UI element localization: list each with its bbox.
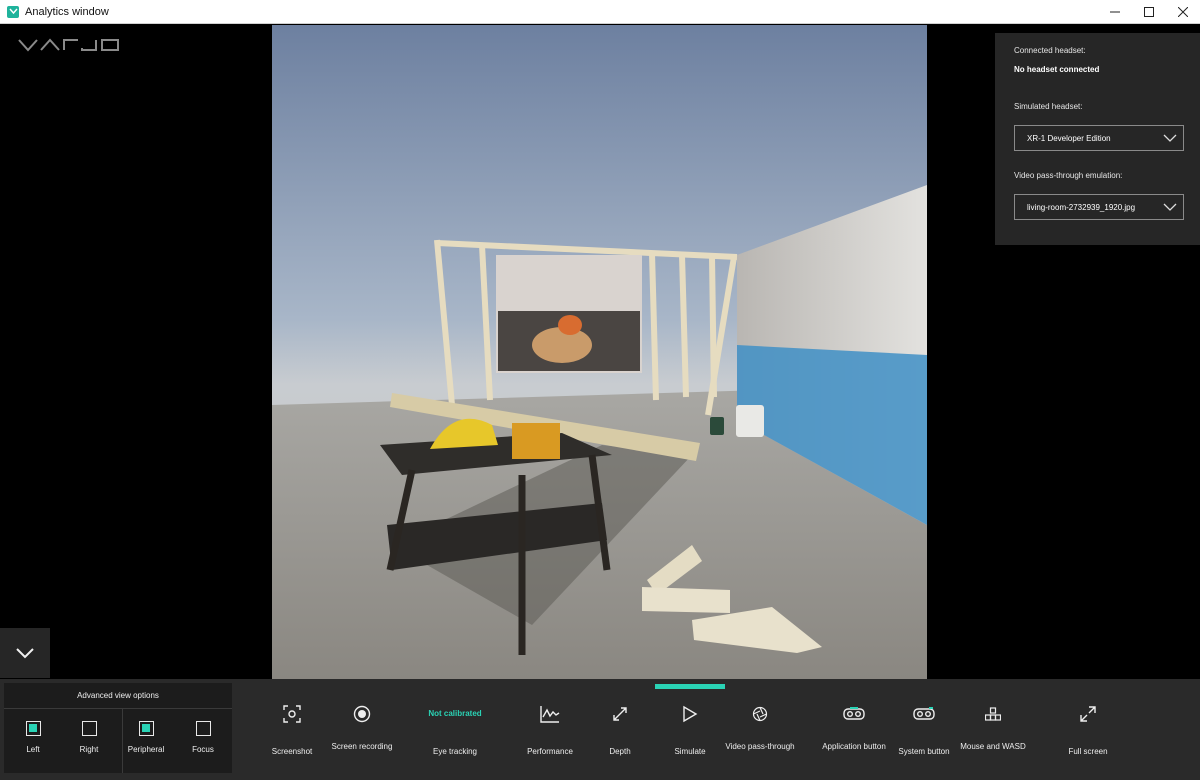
headset-app-icon	[843, 707, 865, 720]
expand-icon	[1080, 706, 1096, 722]
system-button[interactable]: System button	[884, 699, 964, 756]
video-passthrough-label: Video pass-through	[725, 742, 795, 751]
close-button[interactable]	[1166, 0, 1200, 24]
performance-button[interactable]: Performance	[510, 699, 590, 756]
minimize-icon	[1110, 11, 1120, 13]
advanced-view-options-title: Advanced view options	[4, 683, 232, 709]
chevron-down-icon	[1163, 134, 1177, 142]
passthrough-emulation-label: Video pass-through emulation:	[1014, 171, 1123, 180]
view-option-peripheral[interactable]: Peripheral	[118, 721, 174, 754]
left-checkbox[interactable]	[25, 721, 41, 736]
headset-settings-panel: Connected headset: No headset connected …	[995, 33, 1200, 245]
view-option-left[interactable]: Left	[5, 721, 61, 754]
title-bar: Analytics window	[0, 0, 1200, 24]
record-icon	[353, 705, 371, 723]
close-icon	[1178, 7, 1188, 17]
aperture-icon	[752, 706, 768, 722]
simulate-label: Simulate	[674, 747, 706, 756]
advanced-view-options: Advanced view options Left Right Periphe…	[4, 683, 232, 773]
performance-graph-icon	[540, 706, 560, 723]
connected-headset-label: Connected headset:	[1014, 46, 1086, 55]
keyboard-keys-icon	[985, 707, 1001, 721]
connected-headset-value: No headset connected	[1014, 65, 1100, 74]
play-icon	[683, 705, 698, 723]
scene-viewport[interactable]	[272, 25, 927, 679]
screen-recording-label: Screen recording	[331, 742, 393, 751]
full-screen-label: Full screen	[1068, 747, 1108, 756]
collapse-toolbar-button[interactable]	[0, 628, 50, 678]
simulate-active-indicator	[655, 684, 725, 689]
varjo-logo	[18, 38, 119, 52]
chevron-down-icon	[16, 648, 34, 659]
passthrough-emulation-select[interactable]: living-room-2732939_1920.jpg	[1014, 194, 1184, 220]
depth-label: Depth	[609, 747, 631, 756]
minimize-button[interactable]	[1098, 0, 1132, 24]
maximize-button[interactable]	[1132, 0, 1166, 24]
depth-button[interactable]: Depth	[580, 699, 660, 756]
full-screen-button[interactable]: Full screen	[1048, 699, 1128, 756]
peripheral-checkbox[interactable]	[138, 721, 154, 736]
headset-system-icon	[913, 707, 935, 720]
view-option-label: Left	[26, 745, 40, 754]
simulated-headset-value: XR-1 Developer Edition	[1027, 134, 1111, 143]
mouse-wasd-button[interactable]: Mouse and WASD	[953, 699, 1033, 751]
video-passthrough-button[interactable]: Video pass-through	[720, 699, 800, 751]
view-option-label: Focus	[192, 745, 214, 754]
simulate-button[interactable]: Simulate	[650, 699, 730, 756]
view-option-focus[interactable]: Focus	[175, 721, 231, 754]
chevron-down-icon	[1163, 203, 1177, 211]
performance-label: Performance	[527, 747, 573, 756]
passthrough-emulation-value: living-room-2732939_1920.jpg	[1027, 203, 1136, 212]
view-option-label: Right	[79, 745, 99, 754]
depth-icon	[613, 707, 627, 721]
simulated-headset-label: Simulated headset:	[1014, 102, 1083, 111]
view-option-right[interactable]: Right	[61, 721, 117, 754]
system-button-label: System button	[898, 747, 950, 756]
app-icon	[7, 5, 19, 18]
right-checkbox[interactable]	[81, 721, 97, 736]
application-button-label: Application button	[822, 742, 886, 751]
window-title: Analytics window	[25, 5, 109, 18]
screenshot-label: Screenshot	[271, 747, 313, 756]
eye-tracking-label: Eye tracking	[432, 747, 478, 756]
screenshot-button[interactable]: Screenshot	[252, 699, 332, 756]
view-option-label: Peripheral	[127, 745, 165, 754]
application-button[interactable]: Application button	[814, 699, 894, 751]
screenshot-icon	[283, 705, 301, 723]
eye-tracking-button[interactable]: Eye tracking	[415, 699, 495, 756]
maximize-icon	[1144, 7, 1154, 17]
screen-recording-button[interactable]: Screen recording	[322, 699, 402, 751]
simulated-headset-select[interactable]: XR-1 Developer Edition	[1014, 125, 1184, 151]
analytics-window: Analytics window Connected headset: No h…	[0, 0, 1200, 780]
focus-checkbox[interactable]	[195, 721, 211, 736]
mouse-wasd-label: Mouse and WASD	[960, 742, 1026, 751]
